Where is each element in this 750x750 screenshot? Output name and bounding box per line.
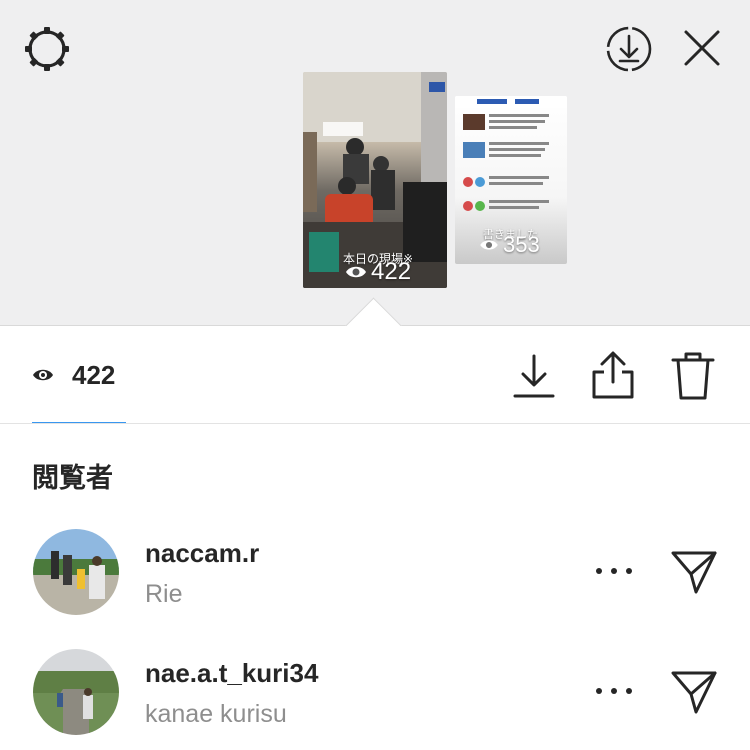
more-icon[interactable]	[596, 564, 632, 578]
eye-icon	[33, 369, 53, 381]
avatar[interactable]	[33, 649, 119, 735]
viewer-full-name: kanae kurisu	[145, 700, 287, 728]
story-views-value: 422	[371, 258, 412, 285]
viewer-username[interactable]: nae.a.t_kuri34	[145, 658, 318, 689]
viewer-row[interactable]: nae.a.t_kuri34 kanae kurisu	[0, 644, 750, 744]
story-view-count: 353	[479, 232, 540, 258]
send-icon[interactable]	[670, 548, 718, 596]
eye-icon	[480, 240, 498, 250]
share-icon[interactable]	[590, 350, 636, 400]
trash-icon[interactable]	[670, 350, 716, 402]
gear-icon[interactable]	[22, 24, 72, 74]
story-views-value: 353	[503, 232, 540, 257]
story-preview-area: 本日の現場※ 422 書きました 353	[0, 0, 750, 326]
story-thumbnail-next[interactable]: 書きました 353	[455, 96, 567, 264]
views-count: 422	[72, 360, 116, 390]
viewer-full-name: Rie	[145, 580, 183, 608]
download-icon[interactable]	[513, 352, 555, 400]
send-icon[interactable]	[670, 668, 718, 716]
divider	[0, 423, 750, 424]
eye-icon	[346, 266, 366, 278]
story-stats-bar: 422	[0, 326, 750, 424]
viewers-heading: 閲覧者	[32, 463, 113, 493]
download-circle-icon[interactable]	[604, 24, 654, 74]
story-thumbnail-current[interactable]: 本日の現場※ 422	[303, 72, 447, 288]
viewer-username[interactable]: naccam.r	[145, 538, 259, 569]
more-icon[interactable]	[596, 684, 632, 698]
story-view-count: 422	[345, 258, 411, 286]
close-icon[interactable]	[680, 26, 724, 70]
viewer-row[interactable]: naccam.r Rie	[0, 524, 750, 624]
views-tab[interactable]: 422	[0, 326, 150, 424]
avatar[interactable]	[33, 529, 119, 615]
